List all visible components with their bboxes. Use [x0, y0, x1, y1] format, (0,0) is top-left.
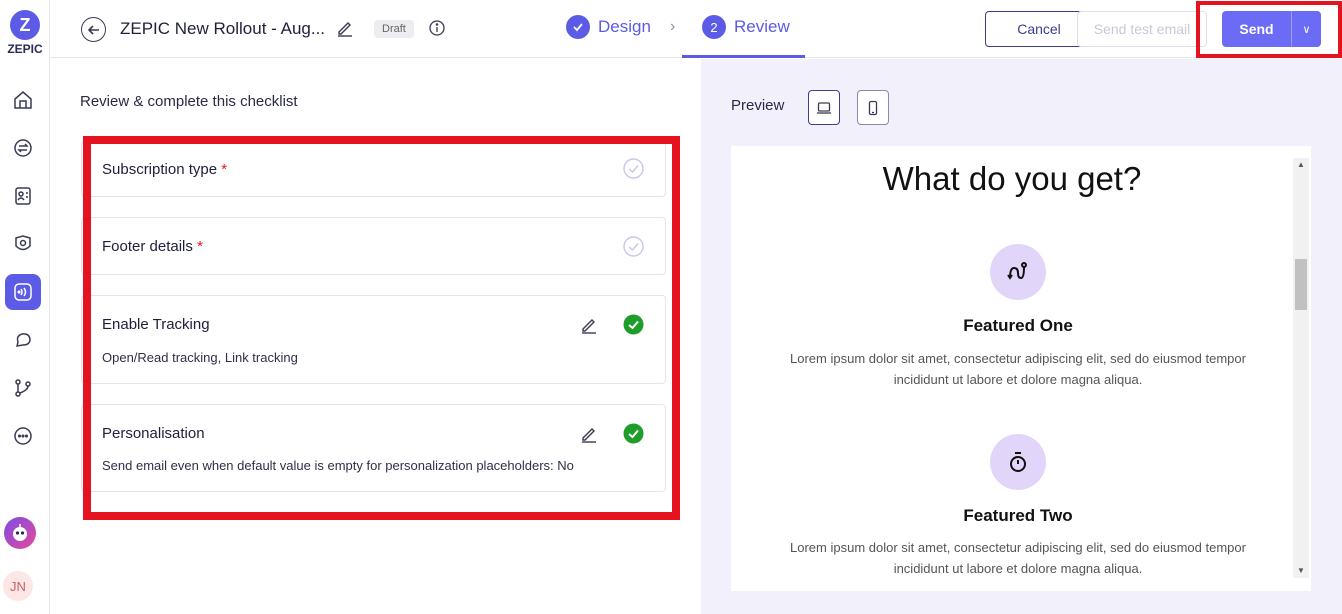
- email-preview[interactable]: What do you get? Featured One Lorem ipsu…: [731, 146, 1311, 591]
- checklist-heading: Review & complete this checklist: [80, 93, 298, 110]
- sidebar-item-home[interactable]: [5, 82, 41, 118]
- required-marker: *: [221, 161, 228, 178]
- status-badge: Draft: [374, 20, 414, 38]
- preview-heading: What do you get?: [882, 160, 1142, 197]
- checklist-item-footer[interactable]: Footer details *: [81, 217, 666, 275]
- route-icon: [990, 244, 1046, 300]
- arrow-left-icon: [87, 24, 99, 35]
- broadcast-icon: [14, 283, 32, 301]
- chevron-down-icon: ∨: [1302, 23, 1311, 36]
- enable-tracking-label: Enable Tracking: [102, 316, 210, 333]
- personalisation-label: Personalisation: [102, 425, 205, 442]
- check-circle-outline-icon: [623, 158, 644, 179]
- send-test-email-button[interactable]: Send test email: [1077, 11, 1207, 47]
- desktop-preview-button[interactable]: [808, 90, 840, 125]
- top-header: ZEPIC New Rollout - Aug... Draft Design …: [50, 0, 1342, 58]
- campaign-title: ZEPIC New Rollout - Aug...: [120, 19, 326, 38]
- feature-two-title: Featured Two: [963, 506, 1073, 525]
- robot-icon: [13, 524, 27, 541]
- sidebar-item-broadcast[interactable]: [5, 274, 41, 310]
- sidebar-item-more[interactable]: [5, 418, 41, 454]
- mobile-icon: [868, 100, 878, 115]
- chevron-right-icon: ›: [670, 18, 676, 35]
- more-icon: [14, 427, 32, 445]
- sidebar-item-flows[interactable]: [5, 370, 41, 406]
- tracking-description: Open/Read tracking, Link tracking: [102, 350, 298, 365]
- scroll-up-arrow-icon[interactable]: ▲: [1293, 158, 1309, 172]
- feature-two-body: Lorem ipsum dolor sit amet, consectetur …: [790, 540, 1246, 576]
- step-number: 2: [702, 15, 726, 39]
- personalisation-description: Send email even when default value is em…: [102, 458, 574, 473]
- check-circle-filled-icon: [623, 314, 644, 335]
- check-circle-outline-icon: [623, 236, 644, 257]
- step-review-label: Review: [734, 17, 790, 36]
- scroll-down-arrow-icon[interactable]: ▼: [1293, 564, 1309, 578]
- scrollbar-thumb[interactable]: [1295, 259, 1307, 310]
- feature-one-body: Lorem ipsum dolor sit amet, consectetur …: [790, 351, 1246, 387]
- checklist-item-personalisation[interactable]: Personalisation Send email even when def…: [81, 404, 666, 492]
- send-options-button[interactable]: ∨: [1291, 11, 1321, 47]
- transfer-icon: [14, 139, 32, 157]
- active-step-indicator: [682, 55, 805, 58]
- check-circle-filled-icon: [623, 423, 644, 444]
- laptop-icon: [817, 101, 831, 114]
- chat-icon: [15, 333, 31, 347]
- checklist-item-title: Subscription type *: [102, 161, 227, 178]
- preview-label: Preview: [731, 97, 785, 114]
- sidebar-item-segments[interactable]: [5, 226, 41, 262]
- feature-one-title: Featured One: [963, 316, 1073, 335]
- pencil-icon[interactable]: [336, 19, 354, 37]
- checklist-item-tracking[interactable]: Enable Tracking Open/Read tracking, Link…: [81, 295, 666, 384]
- contacts-icon: [15, 187, 31, 205]
- pencil-icon[interactable]: [580, 425, 598, 443]
- mobile-preview-button[interactable]: [857, 90, 889, 125]
- assistant-avatar[interactable]: [4, 517, 36, 549]
- segments-icon: [15, 235, 31, 251]
- back-button[interactable]: [81, 17, 106, 42]
- step-design-label: Design: [598, 17, 651, 36]
- send-button[interactable]: Send: [1222, 11, 1291, 47]
- check-icon: [566, 15, 590, 39]
- brand-name: ZEPIC: [7, 42, 43, 56]
- sidebar-item-contacts[interactable]: [5, 178, 41, 214]
- info-icon[interactable]: [429, 20, 445, 36]
- step-review[interactable]: 2 Review: [702, 15, 790, 39]
- stopwatch-icon: [990, 434, 1046, 490]
- user-avatar[interactable]: JN: [3, 571, 33, 601]
- step-design[interactable]: Design: [566, 15, 651, 39]
- checklist-item-title: Footer details *: [102, 238, 203, 255]
- sidebar-item-chat[interactable]: [5, 322, 41, 358]
- sidebar: Z ZEPIC JN: [0, 0, 50, 614]
- checklist-item-subscription[interactable]: Subscription type *: [81, 140, 666, 197]
- footer-details-label: Footer details: [102, 238, 193, 255]
- brand-logo[interactable]: Z ZEPIC: [0, 10, 50, 56]
- home-icon: [14, 91, 32, 109]
- sidebar-item-transfer[interactable]: [5, 130, 41, 166]
- preview-scrollbar[interactable]: ▲ ▼: [1293, 158, 1309, 578]
- zepic-logo-icon: Z: [10, 10, 40, 40]
- required-marker: *: [197, 238, 203, 255]
- flow-icon: [15, 379, 31, 397]
- subscription-type-label: Subscription type: [102, 161, 218, 178]
- pencil-icon[interactable]: [580, 316, 598, 334]
